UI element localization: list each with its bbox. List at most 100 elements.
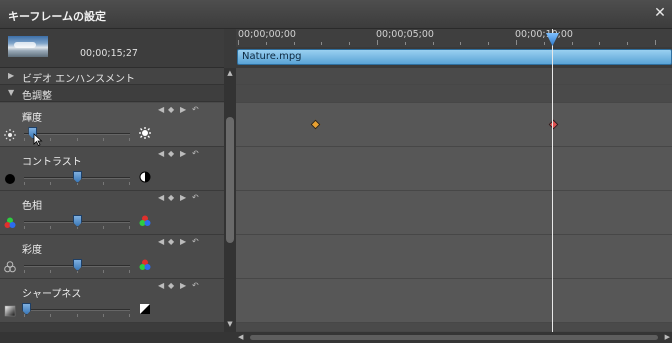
prev-keyframe-icon[interactable]: ◀	[158, 105, 164, 114]
next-property-row-partial	[0, 323, 224, 332]
reset-icon[interactable]: ↶	[192, 237, 199, 246]
time-ruler[interactable]: 00;00;00;00 00;00;05;00 00;00;10;00	[236, 29, 672, 47]
ruler-tick	[571, 42, 573, 45]
sharpness-slider-track[interactable]	[24, 309, 130, 311]
ruler-label: 00;00;10;00	[515, 29, 573, 40]
prev-keyframe-icon[interactable]: ◀	[158, 193, 164, 202]
scroll-right-arrow-icon[interactable]: ▶	[665, 333, 670, 341]
lane-saturation[interactable]	[236, 235, 672, 279]
left-footer	[0, 332, 236, 343]
group-label: ビデオ エンハンスメント	[22, 74, 135, 85]
ruler-label: 00;00;00;00	[238, 29, 296, 40]
keyframe-marker[interactable]	[310, 119, 321, 130]
half-circle-icon	[139, 171, 151, 183]
reset-icon[interactable]: ↶	[192, 105, 199, 114]
add-keyframe-icon[interactable]: ◆	[168, 105, 174, 114]
horizontal-scrollbar-thumb[interactable]	[250, 335, 658, 340]
property-name: 輝度	[22, 113, 42, 124]
keyframe-controls: ◀ ◆ ▶ ↶	[158, 105, 208, 117]
expand-arrow-icon[interactable]: ▶	[8, 71, 14, 80]
property-name: 色相	[22, 201, 42, 212]
ruler-label: 00;00;05;00	[376, 29, 434, 40]
lane-hue[interactable]	[236, 191, 672, 235]
ruler-tick	[404, 42, 406, 45]
reset-icon[interactable]: ↶	[192, 193, 199, 202]
rgb-circles-icon	[4, 217, 16, 228]
clip-bar[interactable]: Nature.mpg	[237, 49, 672, 65]
rgb-circles-icon	[139, 259, 151, 270]
ruler-tick	[432, 42, 434, 45]
sun-small-icon	[4, 129, 16, 141]
prev-keyframe-icon[interactable]: ◀	[158, 237, 164, 246]
mouse-cursor-icon	[33, 133, 43, 146]
keyframe-controls: ◀ ◆ ▶ ↶	[158, 237, 208, 249]
current-timecode: 00;00;15;27	[80, 48, 138, 59]
next-keyframe-icon[interactable]: ▶	[180, 237, 186, 246]
scroll-left-arrow-icon[interactable]: ◀	[238, 333, 243, 341]
lane-color-adjust	[236, 85, 672, 103]
sharp-square-icon	[140, 304, 150, 314]
prev-keyframe-icon[interactable]: ◀	[158, 149, 164, 158]
ruler-tick	[293, 42, 295, 45]
add-keyframe-icon[interactable]: ◆	[168, 193, 174, 202]
next-keyframe-icon[interactable]: ▶	[180, 281, 186, 290]
close-button[interactable]: ✕	[652, 5, 668, 21]
add-keyframe-icon[interactable]: ◆	[168, 281, 174, 290]
next-keyframe-icon[interactable]: ▶	[180, 149, 186, 158]
collapse-arrow-icon[interactable]: ▼	[8, 88, 14, 97]
ruler-tick	[377, 40, 378, 45]
scrollbar-thumb[interactable]	[226, 117, 234, 243]
ruler-tick	[488, 42, 490, 45]
lane-brightness[interactable]	[236, 103, 672, 147]
horizontal-scrollbar[interactable]: ◀ ▶	[236, 332, 672, 343]
keyframe-controls: ◀ ◆ ▶ ↶	[158, 281, 208, 293]
group-color-adjust[interactable]: ▼ 色調整	[0, 85, 224, 102]
clip-thumbnail	[8, 36, 48, 57]
ruler-tick	[238, 40, 239, 45]
lane-contrast[interactable]	[236, 147, 672, 191]
ruler-tick	[321, 42, 323, 45]
lane-sharpness[interactable]	[236, 279, 672, 323]
keyframe-controls: ◀ ◆ ▶ ↶	[158, 193, 208, 205]
reset-icon[interactable]: ↶	[192, 149, 199, 158]
next-keyframe-icon[interactable]: ▶	[180, 193, 186, 202]
black-circle-icon	[5, 174, 15, 184]
vertical-scrollbar[interactable]: ▲ ▼	[224, 68, 236, 332]
sun-large-icon	[139, 127, 151, 139]
preview-row: 00;00;15;27	[0, 29, 224, 68]
add-keyframe-icon[interactable]: ◆	[168, 149, 174, 158]
slider-ticks	[24, 314, 130, 317]
ruler-tick	[265, 42, 267, 45]
title-bar: キーフレームの設定 ✕	[0, 0, 672, 29]
ruler-tick	[460, 42, 462, 45]
keyframe-marker[interactable]	[548, 119, 559, 130]
property-sharpness: シャープネス ◀ ◆ ▶ ↶	[0, 279, 224, 323]
next-keyframe-icon[interactable]: ▶	[180, 105, 186, 114]
window-title: キーフレームの設定	[8, 10, 107, 23]
ruler-tick	[655, 40, 656, 45]
property-name: コントラスト	[22, 157, 82, 168]
playhead-line	[552, 29, 553, 332]
clip-name: Nature.mpg	[242, 51, 302, 62]
gray-circles-icon	[4, 261, 16, 273]
property-name: シャープネス	[22, 289, 82, 300]
timeline-panel: 00;00;00;00 00;00;05;00 00;00;10;00 Natu…	[236, 29, 672, 332]
property-contrast: コントラスト ◀ ◆ ▶ ↶	[0, 147, 224, 191]
group-label: 色調整	[22, 91, 52, 102]
lane-video-enhancement	[236, 68, 672, 85]
property-panel: 00;00;15;27 ▶ ビデオ エンハンスメント ▼ 色調整 輝度 ◀ ◆ …	[0, 29, 224, 332]
lane-partial	[236, 323, 672, 332]
ruler-tick	[599, 42, 601, 45]
keyframe-controls: ◀ ◆ ▶ ↶	[158, 149, 208, 161]
scroll-down-arrow-icon[interactable]: ▼	[226, 320, 234, 328]
reset-icon[interactable]: ↶	[192, 281, 199, 290]
property-hue: 色相 ◀ ◆ ▶ ↶	[0, 191, 224, 235]
scroll-up-arrow-icon[interactable]: ▲	[226, 69, 234, 77]
add-keyframe-icon[interactable]: ◆	[168, 237, 174, 246]
group-video-enhancement[interactable]: ▶ ビデオ エンハンスメント	[0, 68, 224, 85]
rgb-circles-icon	[139, 215, 151, 226]
gradient-square-icon	[4, 305, 16, 317]
property-saturation: 彩度 ◀ ◆ ▶ ↶	[0, 235, 224, 279]
property-name: 彩度	[22, 245, 42, 256]
prev-keyframe-icon[interactable]: ◀	[158, 281, 164, 290]
